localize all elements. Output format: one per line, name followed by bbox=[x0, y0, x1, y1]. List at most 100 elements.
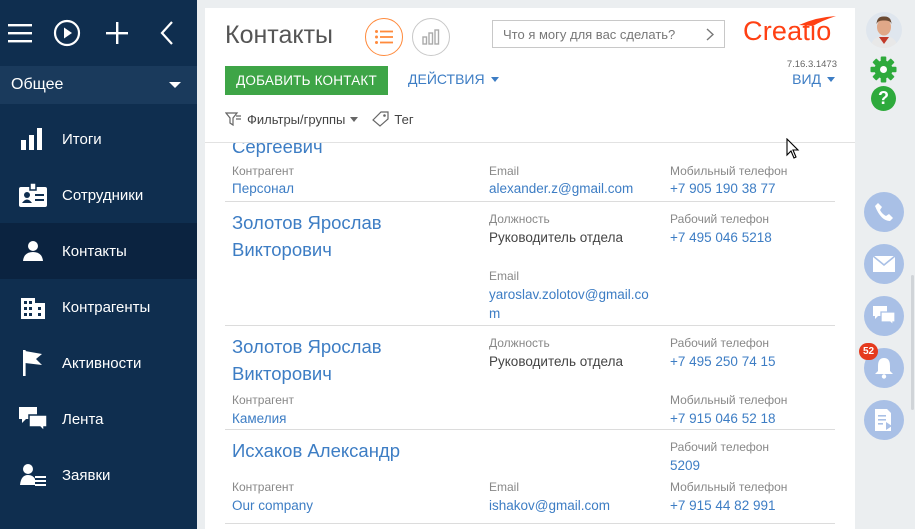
sidebar-item-employees[interactable]: Сотрудники bbox=[0, 167, 197, 223]
contact-name[interactable]: Исхаков Александр bbox=[232, 437, 400, 464]
sidebar-item-label: Сотрудники bbox=[62, 186, 144, 204]
page-title: Контакты bbox=[225, 21, 333, 49]
workspace-label: Общее bbox=[11, 76, 64, 93]
envelope-icon bbox=[873, 256, 895, 272]
field-label: Мобильный телефон bbox=[670, 480, 788, 494]
position-value: Руководитель отдела bbox=[489, 354, 623, 369]
notification-count-badge: 52 bbox=[859, 343, 878, 360]
sidebar-item-label: Контакты bbox=[62, 242, 127, 260]
settings-gear-icon[interactable] bbox=[870, 56, 897, 83]
sidebar-item-cases[interactable]: Заявки bbox=[0, 447, 197, 503]
sidebar-item-label: Лента bbox=[62, 410, 104, 428]
menu-button[interactable] bbox=[0, 0, 42, 66]
list-item[interactable]: Исхаков Александр Рабочий телефон 5209 К… bbox=[225, 430, 835, 524]
field-label: Должность bbox=[489, 336, 550, 350]
chevron-left-icon bbox=[160, 21, 173, 45]
account-link[interactable]: Our company bbox=[232, 498, 313, 513]
account-link[interactable]: Камелия bbox=[232, 411, 286, 426]
help-icon[interactable]: ? bbox=[871, 86, 896, 111]
email-link[interactable]: alexander.z@gmail.com bbox=[489, 181, 633, 196]
field-label: Должность bbox=[489, 212, 550, 226]
phone-icon bbox=[875, 203, 893, 221]
list-item[interactable]: Золотов Ярослав Викторович Должность Рук… bbox=[225, 202, 835, 326]
chevron-right-icon bbox=[706, 27, 714, 41]
email-button[interactable] bbox=[864, 244, 904, 284]
add-button[interactable] bbox=[92, 0, 142, 66]
phone-link[interactable]: +7 915 44 82 991 bbox=[670, 498, 775, 513]
contacts-list: Сергеевич Контрагент Персонал Email alex… bbox=[205, 143, 855, 529]
mouse-cursor-icon bbox=[786, 138, 800, 159]
phone-link[interactable]: +7 495 250 74 15 bbox=[670, 354, 775, 369]
phone-link[interactable]: +7 905 190 38 77 bbox=[670, 181, 775, 196]
field-label: Рабочий телефон bbox=[670, 440, 770, 454]
sidebar-item-label: Контрагенты bbox=[62, 298, 151, 316]
chevron-down-icon bbox=[490, 76, 499, 82]
sidebar-item-dashboards[interactable]: Итоги bbox=[0, 111, 197, 167]
play-circle-icon bbox=[53, 19, 81, 47]
collapse-sidebar-button[interactable] bbox=[142, 0, 192, 66]
bell-icon bbox=[875, 358, 893, 379]
account-link[interactable]: Персонал bbox=[232, 181, 294, 196]
email-link[interactable]: yaroslav.zolotov@gmail.co bbox=[489, 287, 649, 302]
list-item[interactable]: Золотов Ярослав Викторович Должность Рук… bbox=[225, 326, 835, 430]
position-value: Руководитель отдела bbox=[489, 230, 623, 245]
contact-name-line2[interactable]: Викторович bbox=[232, 236, 332, 263]
email-link[interactable]: ishakov@gmail.com bbox=[489, 498, 610, 513]
chat-button[interactable] bbox=[864, 296, 904, 336]
filters-groups-button[interactable]: Фильтры/группы bbox=[225, 111, 359, 127]
list-view-button[interactable] bbox=[365, 18, 403, 56]
page-scrollbar[interactable] bbox=[911, 275, 914, 410]
sidebar-item-contacts[interactable]: Контакты bbox=[0, 223, 197, 279]
email-link-wrap[interactable]: m bbox=[489, 306, 500, 321]
process-run-button[interactable] bbox=[42, 0, 92, 66]
phone-link[interactable]: +7 495 046 5218 bbox=[670, 230, 772, 245]
workspace-selector[interactable]: Общее bbox=[0, 66, 197, 104]
sidebar-item-label: Заявки bbox=[62, 466, 111, 484]
chevron-down-icon bbox=[350, 116, 359, 122]
chevron-down-icon bbox=[169, 82, 181, 88]
document-play-icon bbox=[875, 409, 892, 431]
filters-bar: Фильтры/группы Тег bbox=[225, 111, 414, 127]
creatio-logo: Creatio 7.16.3.1473 bbox=[743, 16, 839, 70]
search-placeholder: Что я могу для вас сделать? bbox=[503, 26, 676, 42]
add-contact-button[interactable]: ДОБАВИТЬ КОНТАКТ bbox=[225, 66, 388, 95]
tag-button[interactable]: Тег bbox=[372, 111, 414, 127]
field-label: Рабочий телефон bbox=[670, 336, 770, 350]
building-icon bbox=[0, 295, 62, 319]
sidebar: Общее Итоги Сотрудники Контакты Контраге… bbox=[0, 0, 197, 529]
field-label: Контрагент bbox=[232, 480, 295, 494]
plus-icon bbox=[106, 22, 128, 44]
sidebar-item-accounts[interactable]: Контрагенты bbox=[0, 279, 197, 335]
call-button[interactable] bbox=[864, 192, 904, 232]
analytics-view-button[interactable] bbox=[412, 18, 450, 56]
contact-name[interactable]: Золотов Ярослав bbox=[232, 209, 382, 236]
sidebar-item-feed[interactable]: Лента bbox=[0, 391, 197, 447]
chevron-down-icon bbox=[827, 76, 835, 82]
chat-bubbles-icon bbox=[873, 306, 895, 326]
user-avatar[interactable] bbox=[866, 12, 902, 48]
id-badge-icon bbox=[0, 183, 62, 207]
logo-swoosh bbox=[799, 16, 836, 26]
field-label: Рабочий телефон bbox=[670, 212, 770, 226]
list-icon bbox=[375, 30, 393, 44]
phone-link[interactable]: 5209 bbox=[670, 458, 700, 473]
sidebar-item-activities[interactable]: Активности bbox=[0, 335, 197, 391]
tag-icon bbox=[372, 111, 389, 127]
view-menu-button[interactable]: ВИД bbox=[792, 71, 835, 87]
sidebar-nav: Итоги Сотрудники Контакты Контрагенты Ак… bbox=[0, 111, 197, 503]
phone-link[interactable]: +7 915 046 52 18 bbox=[670, 411, 775, 426]
list-item[interactable]: Сергеевич Контрагент Персонал Email alex… bbox=[225, 143, 835, 202]
filters-label: Фильтры/группы bbox=[247, 111, 346, 127]
process-log-button[interactable] bbox=[864, 400, 904, 440]
command-search-input[interactable]: Что я могу для вас сделать? bbox=[492, 20, 725, 48]
contact-name-line2[interactable]: Викторович bbox=[232, 360, 332, 387]
contact-name[interactable]: Золотов Ярослав bbox=[232, 333, 382, 360]
field-label: Email bbox=[489, 269, 520, 283]
field-label: Мобильный телефон bbox=[670, 393, 788, 407]
contact-name[interactable]: Сергеевич bbox=[232, 143, 323, 160]
sidebar-item-label: Активности bbox=[62, 354, 142, 372]
actions-menu-button[interactable]: ДЕЙСТВИЯ bbox=[408, 71, 499, 87]
tag-label: Тег bbox=[394, 111, 414, 127]
person-list-icon bbox=[0, 463, 62, 487]
chat-bubbles-icon bbox=[0, 407, 62, 431]
